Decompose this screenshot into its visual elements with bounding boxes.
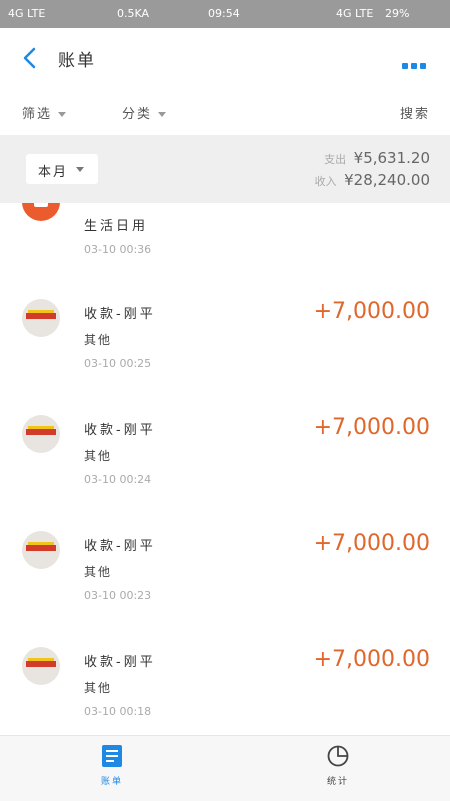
- tab-stats[interactable]: 统计: [308, 744, 368, 787]
- transaction-time: 03-10 00:36: [84, 243, 152, 256]
- month-label: 本月: [38, 165, 69, 180]
- list-item[interactable]: 收款-刚平 其他 03-10 00:25 +7,000.00: [0, 293, 450, 408]
- transaction-name: 收款-刚平: [84, 423, 156, 438]
- search-button[interactable]: 搜索: [400, 103, 430, 122]
- avatar: [22, 299, 60, 337]
- income-summary: 收入 ¥28,240.00: [315, 171, 430, 189]
- back-button[interactable]: [18, 46, 42, 70]
- tab-stats-label: 统计: [326, 777, 349, 787]
- status-bar: 4G LTE 0.5KA 09:54 4G LTE 29%: [0, 0, 450, 28]
- list-item[interactable]: 收款-刚平 其他 03-10 00:18 +7,000.00: [0, 641, 450, 735]
- expense-label: 支出: [324, 153, 347, 166]
- transaction-time: 03-10 00:25: [84, 357, 152, 370]
- transaction-time: 03-10 00:23: [84, 589, 152, 602]
- month-selector[interactable]: 本月: [26, 154, 98, 184]
- avatar: [22, 415, 60, 453]
- network-right: 4G LTE: [336, 7, 374, 20]
- filter-dropdown[interactable]: 筛选: [22, 103, 67, 122]
- battery-percent: 29%: [385, 7, 410, 20]
- caret-down-icon: [158, 112, 167, 117]
- transaction-category: 其他: [84, 449, 113, 463]
- caret-down-icon: [76, 167, 84, 172]
- transaction-category: 其他: [84, 565, 113, 579]
- net-speed: 0.5KA: [117, 7, 150, 20]
- daily-goods-icon: [22, 203, 60, 221]
- transaction-time: 03-10 00:18: [84, 705, 152, 718]
- transaction-amount: +7,000.00: [313, 299, 430, 324]
- list-item[interactable]: 收款-刚平 其他 03-10 00:23 +7,000.00: [0, 525, 450, 640]
- pie-chart-icon: [327, 745, 349, 767]
- avatar: [22, 531, 60, 569]
- transaction-name: 收款-刚平: [84, 539, 156, 554]
- income-label: 收入: [314, 175, 337, 188]
- category-label: 分类: [122, 107, 153, 122]
- transaction-name: 收款-刚平: [84, 655, 156, 670]
- bill-icon: [102, 745, 122, 767]
- avatar: [22, 647, 60, 685]
- transaction-list: 生活日用 03-10 00:36 收款-刚平 其他 03-10 00:25 +7…: [0, 203, 450, 735]
- network-left: 4G LTE: [8, 7, 46, 20]
- tab-bills-label: 账单: [100, 777, 123, 787]
- list-item[interactable]: 收款-刚平 其他 03-10 00:24 +7,000.00: [0, 409, 450, 524]
- more-button[interactable]: [402, 54, 430, 69]
- transaction-category: 其他: [84, 681, 113, 695]
- tab-bills[interactable]: 账单: [82, 744, 142, 787]
- more-icon: [402, 54, 429, 73]
- expense-summary: 支出 ¥5,631.20: [324, 149, 430, 167]
- transaction-name: 收款-刚平: [84, 307, 156, 322]
- category-dropdown[interactable]: 分类: [122, 103, 167, 122]
- transaction-amount: +7,000.00: [313, 647, 430, 672]
- monthly-summary: 本月 支出 ¥5,631.20 收入 ¥28,240.00: [0, 135, 450, 203]
- filter-label: 筛选: [22, 107, 53, 122]
- expense-value: ¥5,631.20: [353, 149, 430, 167]
- transaction-time: 03-10 00:24: [84, 473, 152, 486]
- app-header: 账单: [0, 28, 450, 88]
- transaction-name: 生活日用: [84, 219, 149, 234]
- filter-bar: 筛选 分类 搜索: [0, 92, 450, 132]
- transaction-category: 其他: [84, 333, 113, 347]
- transaction-amount: +7,000.00: [313, 531, 430, 556]
- bottom-nav: 账单 统计: [0, 735, 450, 801]
- chevron-left-icon: [23, 47, 36, 69]
- transaction-amount: +7,000.00: [313, 415, 430, 440]
- page-title: 账单: [58, 51, 96, 71]
- clock: 09:54: [208, 7, 240, 20]
- income-value: ¥28,240.00: [344, 171, 430, 189]
- caret-down-icon: [58, 112, 67, 117]
- search-label: 搜索: [399, 107, 430, 122]
